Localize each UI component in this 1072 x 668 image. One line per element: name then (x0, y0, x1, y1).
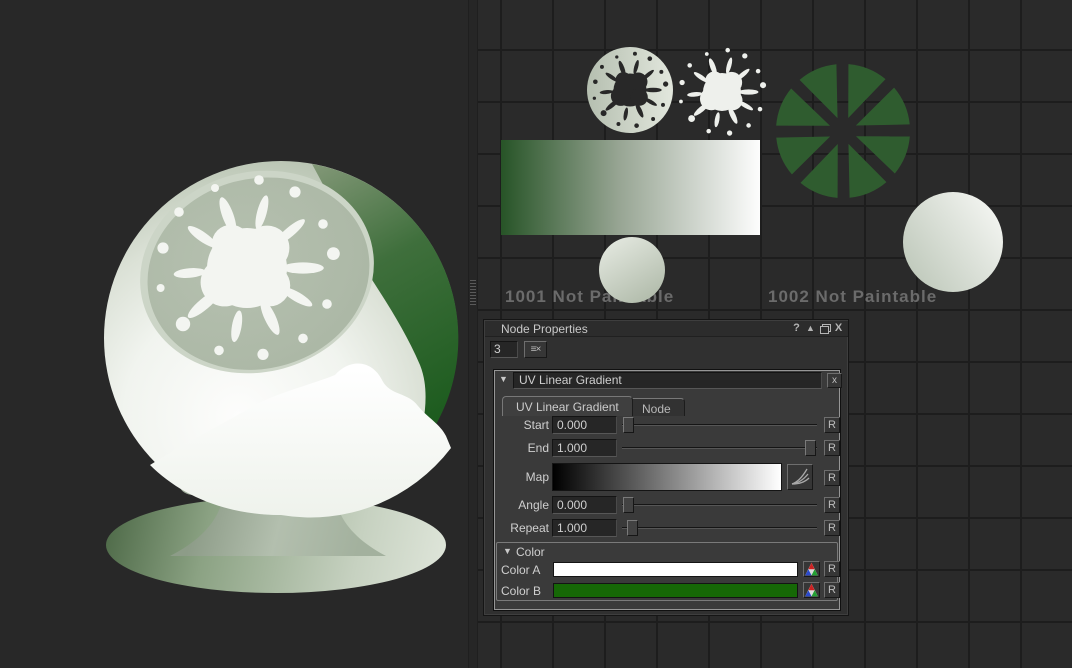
reset-button-start[interactable]: R (824, 417, 840, 433)
reset-button-color-a[interactable]: R (824, 561, 840, 577)
sphere-green-gradient-region (312, 164, 458, 452)
param-field-angle[interactable]: 0.000 (552, 496, 617, 514)
clear-button[interactable]: ≡× (524, 341, 547, 358)
param-label-end: End (494, 441, 549, 455)
panel-title: Node Properties (501, 322, 588, 336)
pedestal-base (106, 497, 446, 593)
color-b-picker-button[interactable] (803, 582, 820, 598)
param-field-repeat[interactable]: 1.000 (552, 519, 617, 537)
tab-node[interactable]: Node (628, 398, 685, 416)
panel-titlebar[interactable]: Node Properties ? ▲ X (485, 321, 848, 337)
reset-button-angle[interactable]: R (824, 497, 840, 513)
close-icon[interactable]: X (832, 322, 845, 335)
float-window-icon[interactable] (818, 322, 831, 335)
curve-icon (788, 465, 812, 489)
param-label-start: Start (494, 418, 549, 432)
help-icon[interactable]: ? (790, 322, 803, 335)
uv-tile-label-1001: 1001 Not Paintable (505, 287, 674, 307)
param-label-map: Map (494, 470, 549, 484)
pedestal-nub-left (180, 477, 208, 495)
color-collapse-arrow-icon[interactable]: ▼ (503, 546, 512, 556)
param-slider-angle[interactable] (622, 497, 817, 513)
pedestal-stem (170, 480, 386, 556)
node-name-field[interactable]: UV Linear Gradient (513, 372, 822, 389)
tab-uv-linear-gradient[interactable]: UV Linear Gradient (502, 396, 633, 416)
uv-tile-label-1002: 1002 Not Paintable (768, 287, 937, 307)
reset-button-map[interactable]: R (824, 470, 840, 486)
color-a-swatch[interactable] (553, 562, 798, 577)
color-triangle-icon (804, 562, 819, 576)
sphere-splat (157, 175, 340, 360)
collapse-icon[interactable]: ▲ (804, 322, 817, 335)
color-a-label: Color A (501, 563, 540, 577)
node-remove-button[interactable]: x (827, 373, 842, 388)
slider-handle[interactable] (623, 497, 634, 513)
uv-linear-gradient-groupbox: ▼ UV Linear Gradient x Node UV Linear Gr… (493, 369, 841, 611)
color-b-label: Color B (501, 584, 541, 598)
param-label-repeat: Repeat (494, 521, 549, 535)
node-properties-panel: Node Properties ? ▲ X 3 ≡× ▼ UV Linear G… (483, 319, 849, 616)
splitter-grip-icon[interactable] (470, 280, 476, 306)
param-field-start[interactable]: 0.000 (552, 416, 617, 434)
uv-shell-gradient-rect (501, 140, 760, 235)
color-groupbox: ▼ Color Color A R Color B (496, 542, 838, 601)
color-b-swatch[interactable] (553, 583, 798, 598)
node-collapse-arrow-icon[interactable]: ▼ (499, 374, 508, 384)
param-field-end[interactable]: 1.000 (552, 439, 617, 457)
uv-shell-pinwheel (756, 44, 931, 219)
node-count-input[interactable]: 3 (490, 341, 518, 358)
color-triangle-icon (804, 583, 819, 597)
param-label-angle: Angle (494, 498, 549, 512)
reset-button-end[interactable]: R (824, 440, 840, 456)
slider-handle[interactable] (627, 520, 638, 536)
sphere-white-blob (150, 364, 451, 518)
uv-shell-white-splat (679, 48, 766, 136)
shader-sphere (104, 161, 458, 515)
param-slider-repeat[interactable] (622, 520, 817, 536)
slider-handle[interactable] (623, 417, 634, 433)
color-a-picker-button[interactable] (803, 561, 820, 577)
reset-button-repeat[interactable]: R (824, 520, 840, 536)
shader-ball-viewport[interactable] (0, 0, 468, 668)
param-slider-end[interactable] (622, 440, 817, 456)
pedestal-collar (192, 464, 364, 508)
viewport-splitter[interactable] (468, 0, 478, 668)
map-gradient-bar[interactable] (552, 463, 782, 491)
pedestal-nub-right (348, 477, 376, 495)
color-group-header: Color (516, 545, 545, 559)
reset-button-color-b[interactable]: R (824, 582, 840, 598)
curve-editor-button[interactable] (787, 464, 813, 490)
shader-ball-canvas (0, 0, 468, 668)
uv-splat-cutout (593, 52, 669, 128)
clear-icon: ≡× (531, 344, 541, 355)
uv-shell-right-circle (903, 192, 1003, 292)
uv-shell-circle-splat (587, 47, 673, 133)
param-slider-start[interactable] (622, 417, 817, 433)
sphere-recess-rim (117, 145, 397, 399)
slider-handle[interactable] (805, 440, 816, 456)
